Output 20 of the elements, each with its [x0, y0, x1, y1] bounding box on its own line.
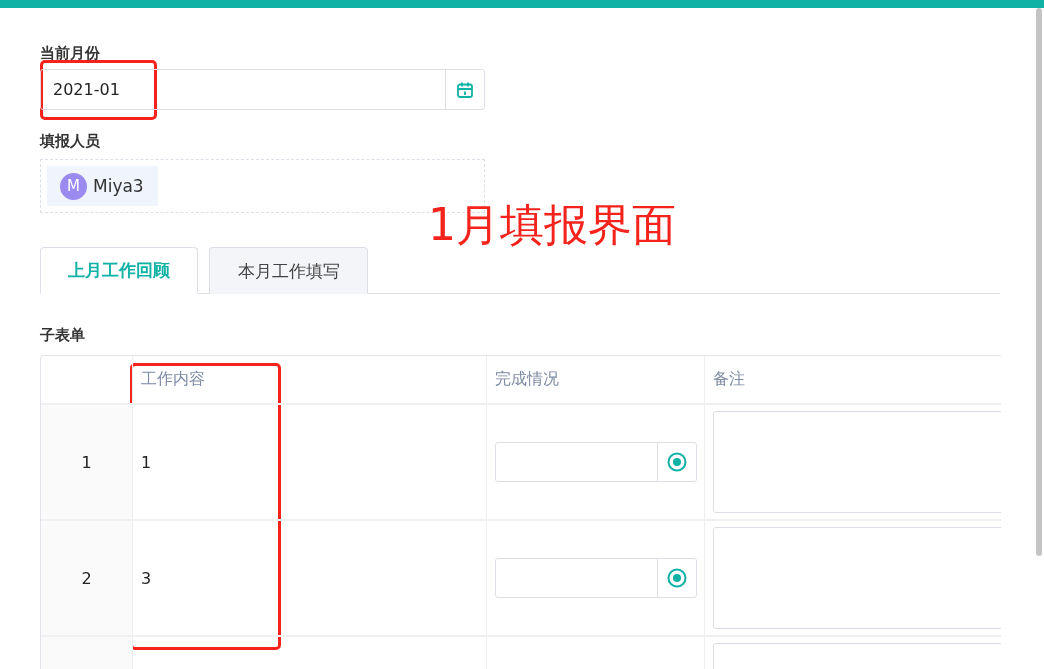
radio-icon [667, 568, 687, 588]
column-header: 备注 [704, 356, 1001, 405]
scrollbar-thumb[interactable] [1036, 8, 1042, 556]
member-name: Miya3 [93, 176, 144, 196]
field-label: 填报人员 [40, 132, 101, 151]
field-label: 当前月份 [40, 44, 101, 63]
month-picker-field[interactable]: 2021-01 [40, 69, 485, 110]
status-field[interactable] [495, 558, 697, 598]
radio-icon [667, 452, 687, 472]
avatar: M [60, 172, 87, 200]
column-header: 工作内容 [132, 356, 486, 405]
table-cell: 3 [132, 521, 486, 637]
section-title: 子表单 [40, 326, 86, 345]
column-header: 完成情况 [486, 356, 704, 405]
row-number-cell: 2 [41, 521, 132, 637]
calendar-icon [456, 80, 474, 99]
tab[interactable]: 本月工作填写 [209, 247, 368, 294]
table-cell: 1 [132, 405, 486, 521]
status-field[interactable] [495, 442, 697, 482]
row-number-cell: 1 [41, 405, 132, 521]
